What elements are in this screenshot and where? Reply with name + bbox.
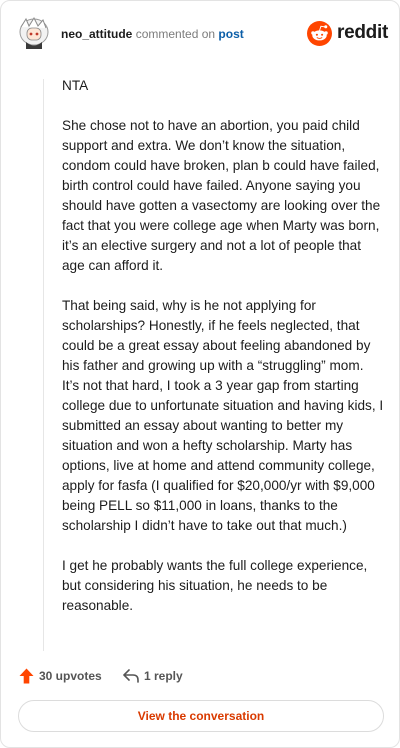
comment-card: neo_attitude commented on post reddit NT… [0,0,400,748]
comment-body: NTA She chose not to have an abortion, y… [62,76,384,636]
comment-paragraph: NTA [62,78,89,93]
comment-actions: 30 upvotes 1 reply [19,665,381,687]
comment-paragraph: That being said, why is he not applying … [62,298,384,533]
comment-paragraph: I get he probably wants the full college… [62,558,368,613]
view-conversation-label: View the conversation [137,709,265,723]
reply-action[interactable]: 1 reply [123,665,183,687]
reddit-wordmark: reddit [337,22,388,43]
username[interactable]: neo_attitude [61,27,132,41]
meta-action-text: commented on [135,27,216,41]
reddit-logo-icon [307,21,332,46]
reply-arrow-icon [123,669,139,683]
upvote-count: 30 upvotes [39,669,102,683]
upvote-arrow-icon [19,668,34,684]
thread-line [43,79,44,651]
post-link[interactable]: post [218,27,243,41]
comment-header: neo_attitude commented on post reddit [17,15,388,55]
reddit-brand[interactable]: reddit [307,21,388,47]
upvote-action[interactable]: 30 upvotes [19,665,102,687]
user-avatar[interactable] [17,15,51,51]
view-conversation-button[interactable]: View the conversation [18,700,384,732]
comment-paragraph: She chose not to have an abortion, you p… [62,118,381,273]
comment-meta: neo_attitude commented on post [61,27,244,41]
reply-count: 1 reply [144,669,183,683]
